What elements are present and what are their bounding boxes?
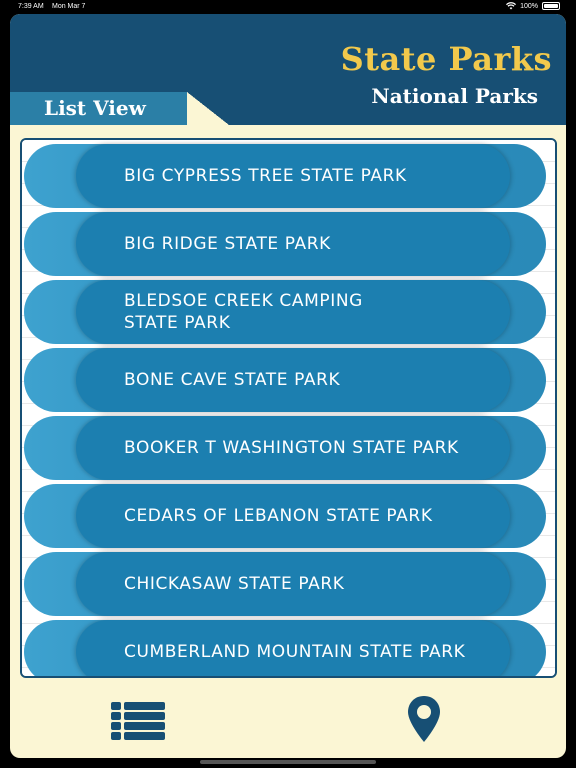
list-item[interactable]: CUMBERLAND MOUNTAIN STATE PARK bbox=[24, 620, 546, 676]
list-item[interactable]: BIG RIDGE STATE PARK bbox=[24, 212, 546, 276]
list-item-label: BIG CYPRESS TREE STATE PARK bbox=[124, 166, 407, 186]
header: State Parks National Parks List View bbox=[10, 14, 566, 125]
list-item[interactable]: BOOKER T WASHINGTON STATE PARK bbox=[24, 416, 546, 480]
list-item-label: BONE CAVE STATE PARK bbox=[124, 370, 341, 390]
app-window: State Parks National Parks List View BIG… bbox=[10, 14, 566, 758]
list-item[interactable]: CEDARS OF LEBANON STATE PARK bbox=[24, 484, 546, 548]
list-icon[interactable] bbox=[111, 700, 165, 742]
tab-corner bbox=[187, 92, 229, 125]
status-right: 100% bbox=[506, 2, 560, 10]
battery-icon bbox=[542, 2, 560, 10]
list-item[interactable]: BIG CYPRESS TREE STATE PARK bbox=[24, 144, 546, 208]
list-item-label: BIG RIDGE STATE PARK bbox=[124, 234, 331, 254]
battery-percent: 100% bbox=[520, 2, 538, 10]
list-item[interactable]: BONE CAVE STATE PARK bbox=[24, 348, 546, 412]
list-item-label: BLEDSOE CREEK CAMPING STATE PARK bbox=[124, 291, 363, 333]
list-item-label: CUMBERLAND MOUNTAIN STATE PARK bbox=[124, 642, 466, 662]
list-item[interactable]: BLEDSOE CREEK CAMPING STATE PARK bbox=[24, 280, 546, 344]
list-item-label: CEDARS OF LEBANON STATE PARK bbox=[124, 506, 433, 526]
map-pin-icon[interactable] bbox=[406, 694, 442, 744]
list-item-label: CHICKASAW STATE PARK bbox=[124, 574, 345, 594]
app-title: State Parks bbox=[340, 40, 552, 78]
tab-list-view-label: List View bbox=[44, 96, 146, 120]
park-list[interactable]: BIG CYPRESS TREE STATE PARK BIG RIDGE ST… bbox=[20, 138, 557, 678]
list-item-label: BOOKER T WASHINGTON STATE PARK bbox=[124, 438, 459, 458]
status-bar: 7:39 AM Mon Mar 7 100% bbox=[0, 0, 576, 14]
app-subtitle: National Parks bbox=[371, 84, 538, 108]
list-item[interactable]: CHICKASAW STATE PARK bbox=[24, 552, 546, 616]
status-date: Mon Mar 7 bbox=[52, 3, 86, 10]
bottom-bar bbox=[10, 682, 566, 758]
status-time: 7:39 AM bbox=[18, 3, 44, 10]
wifi-icon bbox=[506, 2, 517, 10]
home-indicator bbox=[200, 760, 376, 764]
